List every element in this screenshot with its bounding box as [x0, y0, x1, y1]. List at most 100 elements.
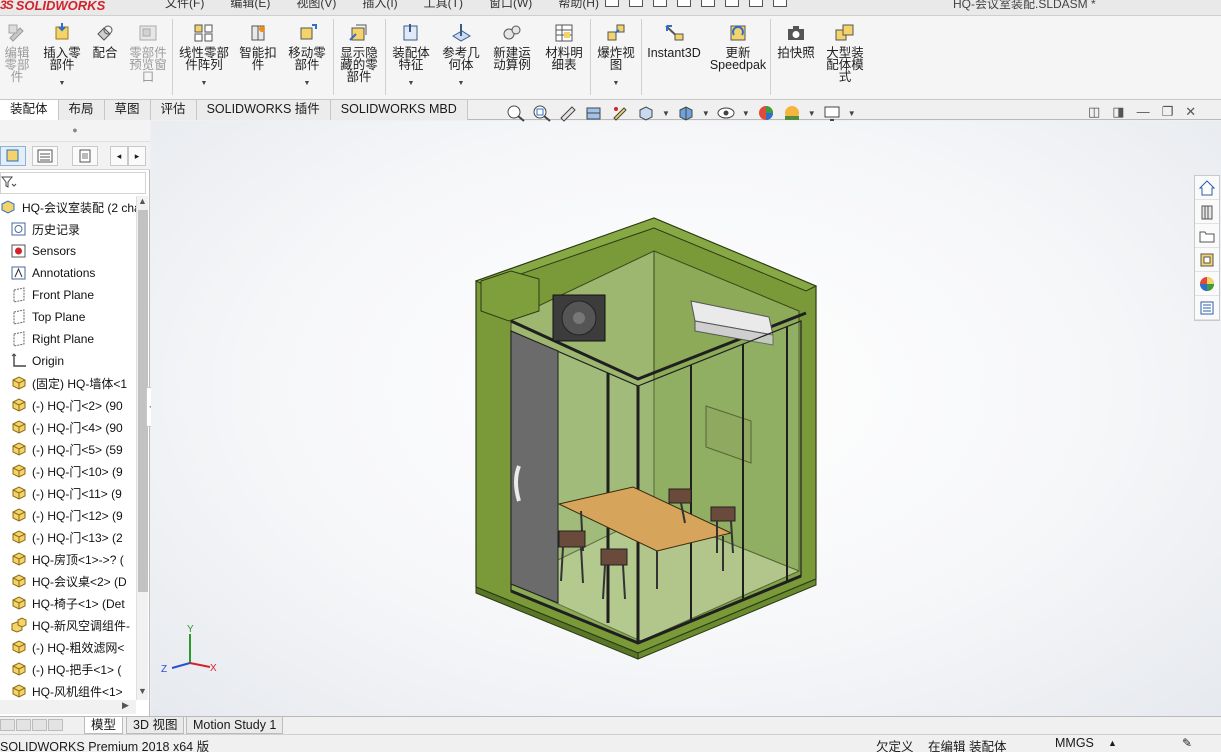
edit-appearance-icon[interactable] [756, 104, 776, 122]
last-tab-arrow[interactable] [48, 719, 63, 731]
mate-button[interactable]: 配合 [88, 16, 122, 100]
tree-item[interactable]: HQ-新风空调组件- [10, 614, 136, 636]
file-explorer-tab[interactable] [1195, 224, 1219, 248]
tree-filter[interactable] [0, 172, 146, 194]
tree-item[interactable]: Right Plane [10, 328, 136, 350]
tree-item[interactable]: Annotations [10, 262, 136, 284]
tab-3d-views[interactable]: 3D 视图 [126, 717, 185, 734]
panel-scroll-left[interactable]: ◂ [110, 146, 128, 166]
print-icon[interactable] [677, 0, 691, 7]
solidworks-resources-tab[interactable] [1195, 176, 1219, 200]
menu-insert[interactable]: 插入(I) [362, 0, 397, 11]
tree-item[interactable]: Front Plane [10, 284, 136, 306]
snapshot-button[interactable]: 拍快照 [774, 16, 818, 100]
property-manager-tab[interactable] [32, 146, 58, 166]
tile-right-icon[interactable]: ◨ [1112, 104, 1124, 120]
tab-addins[interactable]: SOLIDWORKS 插件 [196, 100, 331, 120]
menu-file[interactable]: 文件(F) [165, 0, 204, 11]
scroll-right-icon[interactable]: ▶ [122, 700, 129, 711]
chevron-down-icon[interactable]: ▼ [201, 78, 208, 90]
chevron-down-icon[interactable]: ▼ [848, 109, 856, 118]
move-component-button[interactable]: 移动零部件 ▼ [284, 16, 330, 100]
menu-help[interactable]: 帮助(H) [558, 0, 599, 11]
chevron-down-icon[interactable]: ▼ [613, 78, 620, 90]
tab-assembly[interactable]: 装配体 [0, 100, 59, 120]
tree-item[interactable]: (-) HQ-门<2> (90 [10, 394, 136, 416]
linear-pattern-button[interactable]: 线性零部件阵列 ▼ [176, 16, 232, 100]
chevron-down-icon[interactable]: ▼ [662, 109, 670, 118]
tab-evaluate[interactable]: 评估 [150, 100, 197, 120]
tree-item[interactable]: Top Plane [10, 306, 136, 328]
save-icon[interactable] [653, 0, 667, 7]
tree-root-assembly[interactable]: HQ-会议室装配 (2 cha [0, 196, 136, 218]
display-style-icon[interactable] [676, 104, 696, 122]
tab-mbd[interactable]: SOLIDWORKS MBD [330, 100, 468, 120]
large-assembly-mode-button[interactable]: 大型装配体模式 [822, 16, 868, 100]
chevron-down-icon[interactable]: ▼ [59, 78, 66, 90]
view-orientation-icon[interactable] [636, 104, 656, 122]
view-settings-icon[interactable] [822, 104, 842, 122]
smart-fasteners-button[interactable]: 智能扣件 [236, 16, 280, 100]
tree-item[interactable]: (-) HQ-把手<1> ( [10, 658, 136, 680]
first-tab-arrow[interactable] [0, 719, 15, 731]
chevron-down-icon[interactable]: ▼ [408, 78, 415, 90]
prev-tab-arrow[interactable] [16, 719, 31, 731]
next-tab-arrow[interactable] [32, 719, 47, 731]
assembly-features-button[interactable]: 装配体特征 ▼ [388, 16, 434, 100]
tree-item[interactable]: 历史记录 [10, 218, 136, 240]
tree-item[interactable]: (-) HQ-粗效滤网< [10, 636, 136, 658]
restore-icon[interactable]: ❐ [1162, 104, 1174, 120]
configuration-manager-tab[interactable] [72, 146, 98, 166]
tree-item[interactable]: HQ-椅子<1> (Det [10, 592, 136, 614]
section-view-icon[interactable] [584, 104, 604, 122]
tree-item[interactable]: HQ-会议桌<2> (D [10, 570, 136, 592]
show-hidden-button[interactable]: 显示隐藏的零部件 [336, 16, 382, 100]
meeting-room-model[interactable] [151, 121, 1191, 716]
apply-scene-icon[interactable] [782, 104, 802, 122]
tree-item[interactable]: (-) HQ-门<4> (90 [10, 416, 136, 438]
component-preview-button[interactable]: 零部件预览窗口 [126, 16, 170, 100]
reference-geometry-button[interactable]: 参考几何体 ▼ [438, 16, 484, 100]
view-palette-tab[interactable] [1195, 248, 1219, 272]
tree-item[interactable]: (-) HQ-门<12> (9 [10, 504, 136, 526]
chevron-down-icon[interactable]: ▼ [808, 109, 816, 118]
design-library-tab[interactable] [1195, 200, 1219, 224]
close-icon[interactable]: ✕ [1185, 104, 1196, 120]
tab-motion-study[interactable]: Motion Study 1 [186, 717, 284, 734]
tree-item[interactable]: Origin [10, 350, 136, 372]
chevron-up-icon[interactable]: ▲ [1108, 738, 1117, 748]
scroll-down-icon[interactable]: ▼ [138, 686, 147, 696]
tree-item[interactable]: (-) HQ-门<5> (59 [10, 438, 136, 460]
edit-component-button[interactable]: 编辑零部件 [0, 16, 34, 100]
feature-manager-tab[interactable] [0, 146, 26, 166]
tab-layout[interactable]: 布局 [58, 100, 105, 120]
zoom-to-area-icon[interactable] [532, 104, 552, 122]
tree-item[interactable]: Sensors [10, 240, 136, 262]
bom-button[interactable]: 材料明细表 [540, 16, 588, 100]
rebuild-icon[interactable] [749, 0, 763, 7]
select-icon[interactable] [725, 0, 739, 7]
chevron-down-icon[interactable]: ▼ [702, 109, 710, 118]
tree-item[interactable]: HQ-风机组件<1> [10, 680, 136, 700]
help-icon[interactable]: ✎ [1182, 736, 1192, 750]
custom-properties-tab[interactable] [1195, 296, 1219, 320]
units-selector[interactable]: MMGS [1055, 736, 1094, 750]
undo-icon[interactable] [701, 0, 715, 7]
tile-left-icon[interactable]: ◫ [1088, 104, 1100, 120]
chevron-down-icon[interactable]: ▼ [304, 78, 311, 90]
dynamic-annotation-icon[interactable] [610, 104, 630, 122]
tree-horizontal-scrollbar[interactable]: ▶ [0, 700, 136, 714]
exploded-view-button[interactable]: 爆炸视图 ▼ [594, 16, 638, 100]
menu-tools[interactable]: 工具(T) [424, 0, 463, 11]
update-speedpak-button[interactable]: 更新Speedpak [708, 16, 768, 100]
open-icon[interactable] [629, 0, 643, 7]
tree-item[interactable]: (-) HQ-门<13> (2 [10, 526, 136, 548]
tab-model[interactable]: 模型 [84, 717, 124, 734]
tree-vertical-scrollbar[interactable]: ▲ ▼ [136, 196, 148, 700]
appearances-tab[interactable] [1195, 272, 1219, 296]
tree-item[interactable]: (-) HQ-门<11> (9 [10, 482, 136, 504]
tab-sketch[interactable]: 草图 [104, 100, 151, 120]
new-motion-study-button[interactable]: 新建运动算例 [488, 16, 536, 100]
options-icon[interactable] [773, 0, 787, 7]
new-icon[interactable] [605, 0, 619, 7]
